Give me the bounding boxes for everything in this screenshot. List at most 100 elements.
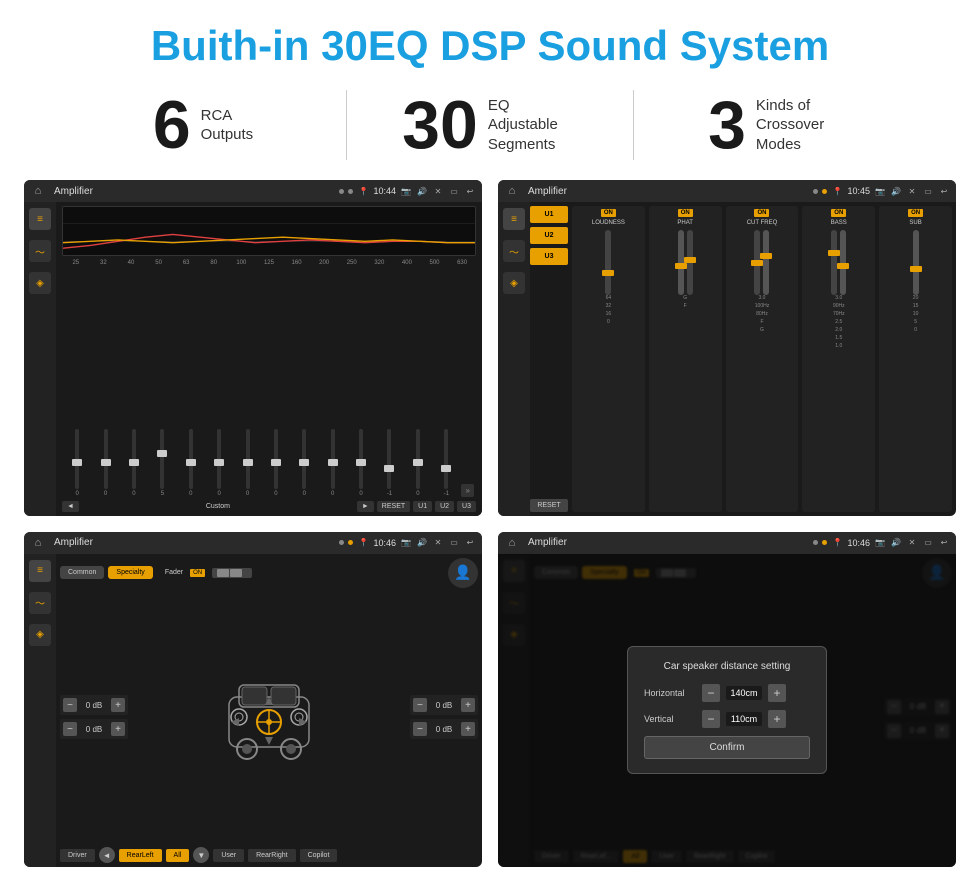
phat-slider-g[interactable]	[678, 230, 684, 295]
cross-sidebar-icon-2[interactable]: 〜	[29, 592, 51, 614]
freq-32: 32	[90, 260, 118, 266]
freq-500: 500	[421, 260, 449, 266]
eq-val-3: 0	[132, 491, 135, 497]
cross-tab-common[interactable]: Common	[60, 566, 104, 579]
home-icon[interactable]: ⌂	[30, 183, 46, 199]
eq-u2-button[interactable]: U2	[435, 501, 454, 512]
loudness-val-mid: 32	[606, 303, 612, 309]
cross-plus-2[interactable]: +	[111, 722, 125, 736]
cross-all-btn[interactable]: All	[166, 849, 190, 862]
amp-sidebar-icon-1[interactable]: ≡	[503, 208, 525, 230]
dist-back-icon[interactable]: ↩	[938, 537, 950, 549]
eq-track-6[interactable]	[217, 429, 221, 489]
sub-on-badge: ON	[908, 209, 923, 217]
cross-minus-3[interactable]: −	[413, 698, 427, 712]
eq-track-8[interactable]	[274, 429, 278, 489]
amp-phat-col: ON PHAT	[649, 206, 722, 512]
cross-home-icon[interactable]: ⌂	[30, 535, 46, 551]
cross-car-diagram	[136, 667, 402, 767]
eq-track-7[interactable]	[246, 429, 250, 489]
amp-loudness-header: ON	[601, 209, 616, 217]
eq-reset-button[interactable]: RESET	[377, 501, 410, 512]
cross-rearleft-btn[interactable]: RearLeft	[119, 849, 162, 862]
dist-vertical-minus[interactable]: −	[702, 710, 720, 728]
cross-user-btn[interactable]: User	[213, 849, 244, 862]
cross-minus-4[interactable]: −	[413, 722, 427, 736]
eq-slider-2: 0	[92, 429, 118, 497]
eq-screen-title: Amplifier	[54, 186, 335, 197]
eq-slider-14: -1	[433, 429, 459, 497]
cross-plus-1[interactable]: +	[111, 698, 125, 712]
eq-u3-button[interactable]: U3	[457, 501, 476, 512]
rect-icon: ▭	[448, 185, 460, 197]
cross-fader-bar[interactable]	[212, 568, 252, 578]
eq-track-10[interactable]	[331, 429, 335, 489]
eq-track-3[interactable]	[132, 429, 136, 489]
bass-val-1: 3.0	[835, 295, 842, 301]
dist-home-icon[interactable]: ⌂	[504, 535, 520, 551]
cross-sidebar: ≡ 〜 ◈	[24, 554, 56, 868]
cross-user-icon[interactable]: 👤	[448, 558, 478, 588]
cross-right-controls: − 0 dB + − 0 dB +	[410, 695, 478, 739]
cross-sidebar-icon-3[interactable]: ◈	[29, 624, 51, 646]
amp-home-icon[interactable]: ⌂	[504, 183, 520, 199]
cross-arrow-left[interactable]: ◄	[99, 847, 115, 863]
cutfreq-slider-f[interactable]	[754, 230, 760, 295]
eq-custom-label: Custom	[82, 503, 354, 510]
dist-horizontal-minus[interactable]: −	[702, 684, 720, 702]
cross-copilot-btn[interactable]: Copilot	[300, 849, 338, 862]
cross-plus-4[interactable]: +	[461, 722, 475, 736]
cross-back-icon[interactable]: ↩	[464, 537, 476, 549]
eq-track-4[interactable]	[160, 429, 164, 489]
dist-confirm-button[interactable]: Confirm	[644, 736, 810, 759]
eq-sidebar-icon-1[interactable]: ≡	[29, 208, 51, 230]
eq-play-button[interactable]: ►	[357, 501, 374, 512]
cross-plus-3[interactable]: +	[461, 698, 475, 712]
eq-track-9[interactable]	[302, 429, 306, 489]
eq-sidebar-icon-3[interactable]: ◈	[29, 272, 51, 294]
eq-sidebar-icon-2[interactable]: 〜	[29, 240, 51, 262]
eq-track-2[interactable]	[104, 429, 108, 489]
phat-slider-f[interactable]	[687, 230, 693, 295]
eq-track-13[interactable]	[416, 429, 420, 489]
amp-sidebar-icon-2[interactable]: 〜	[503, 240, 525, 262]
dist-vertical-plus[interactable]: +	[768, 710, 786, 728]
eq-track-14[interactable]	[444, 429, 448, 489]
cross-vol-icon: 🔊	[416, 537, 428, 549]
cross-minus-2[interactable]: −	[63, 722, 77, 736]
eq-time: 10:44	[373, 186, 396, 196]
eq-status-bar: ⌂ Amplifier 📍 10:44 📷 🔊 ✕ ▭ ↩	[24, 180, 482, 202]
cross-content: ≡ 〜 ◈ Common Specialty Fader ON 👤	[24, 554, 482, 868]
dist-time: 10:46	[847, 538, 870, 548]
amp-u2-btn[interactable]: U2	[530, 227, 568, 244]
eq-track-5[interactable]	[189, 429, 193, 489]
eq-track-1[interactable]	[75, 429, 79, 489]
eq-val-1: 0	[76, 491, 79, 497]
dist-horizontal-plus[interactable]: +	[768, 684, 786, 702]
eq-track-12[interactable]	[387, 429, 391, 489]
amp-back-icon[interactable]: ↩	[938, 185, 950, 197]
eq-track-11[interactable]	[359, 429, 363, 489]
cross-arrow-down[interactable]: ▼	[193, 847, 209, 863]
amp-reset-btn[interactable]: RESET	[530, 499, 568, 512]
amp-sidebar-icon-3[interactable]: ◈	[503, 272, 525, 294]
loudness-slider[interactable]	[605, 230, 611, 295]
cross-tab-specialty[interactable]: Specialty	[108, 566, 152, 579]
amp-cutfreq-col: ON CUT FREQ	[726, 206, 799, 512]
cross-sidebar-icon-1[interactable]: ≡	[29, 560, 51, 582]
amp-content: ≡ 〜 ◈ U1 U2 U3 RESET ON	[498, 202, 956, 516]
cross-rearright-btn[interactable]: RearRight	[248, 849, 296, 862]
bass-slider-g[interactable]	[840, 230, 846, 295]
eq-sidebar: ≡ 〜 ◈	[24, 202, 56, 516]
sub-slider[interactable]	[913, 230, 919, 295]
cross-driver-btn[interactable]: Driver	[60, 849, 95, 862]
back-icon[interactable]: ↩	[464, 185, 476, 197]
phat-values: G F	[683, 295, 687, 309]
eq-next-btn[interactable]: »	[461, 484, 473, 497]
amp-u1-btn[interactable]: U1	[530, 206, 568, 223]
cutfreq-slider-g[interactable]	[763, 230, 769, 295]
cross-minus-1[interactable]: −	[63, 698, 77, 712]
amp-u3-btn[interactable]: U3	[530, 248, 568, 265]
eq-prev-button[interactable]: ◄	[62, 501, 79, 512]
eq-u1-button[interactable]: U1	[413, 501, 432, 512]
